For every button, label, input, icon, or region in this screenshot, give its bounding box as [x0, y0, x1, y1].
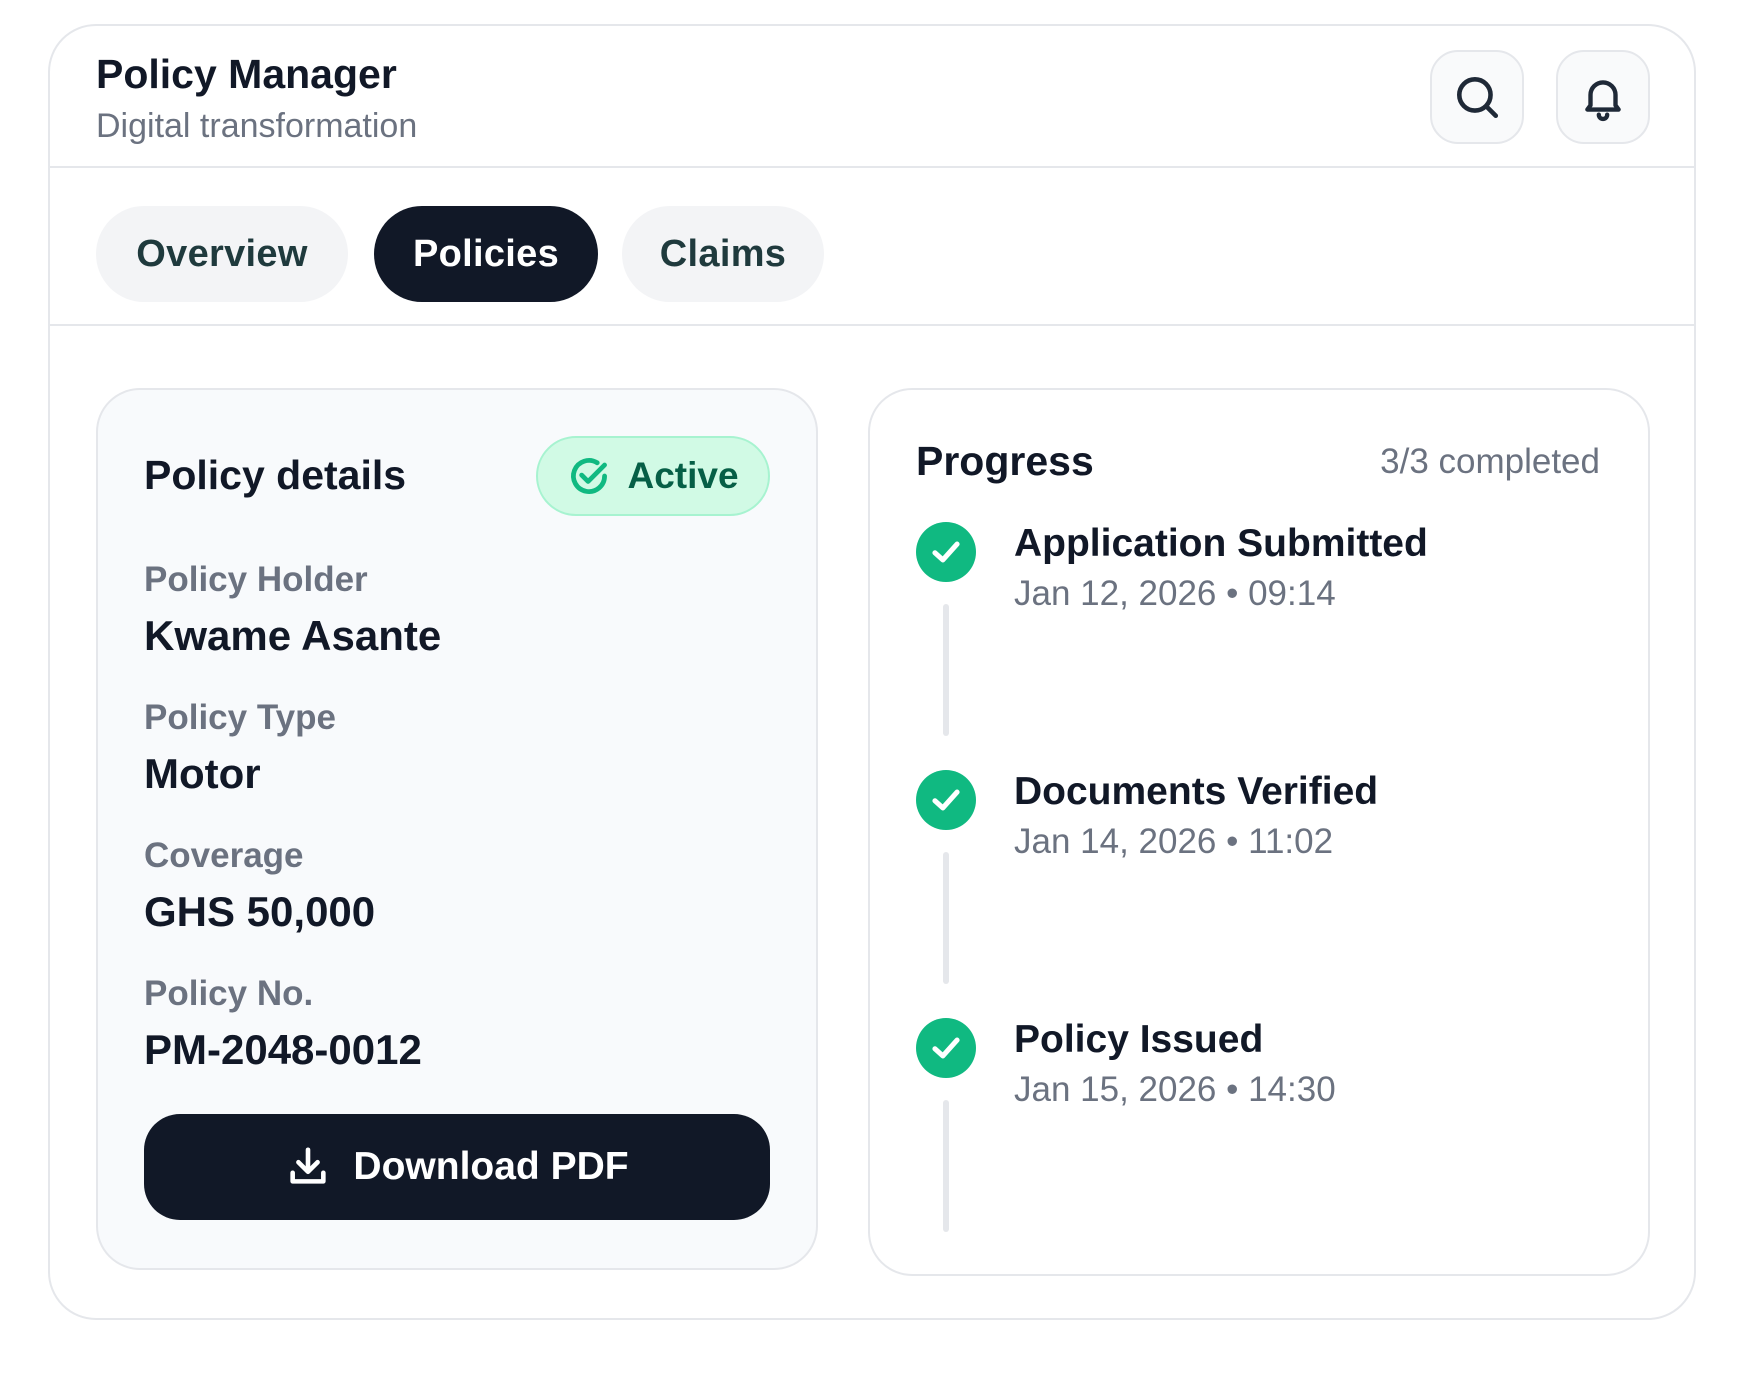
- status-badge: Active: [536, 436, 770, 516]
- policy-type-label: Policy Type: [144, 698, 336, 737]
- step-check: [916, 770, 976, 830]
- progress-count: 3/3 completed: [1380, 442, 1600, 481]
- search-button[interactable]: [1430, 50, 1524, 144]
- step-check: [916, 1018, 976, 1078]
- policy-type-value: Motor: [144, 750, 261, 797]
- progress-step: Application Submitted Jan 12, 2026 • 09:…: [916, 522, 1606, 770]
- step-timestamp: Jan 15, 2026 • 14:30: [1014, 1070, 1336, 1109]
- coverage-value: GHS 50,000: [144, 888, 376, 935]
- tab-bar: Overview Policies Claims: [50, 168, 1694, 326]
- download-pdf-label: Download PDF: [353, 1145, 629, 1188]
- step-connector: [943, 1100, 949, 1232]
- policy-holder-label: Policy Holder: [144, 560, 368, 599]
- tab-claims[interactable]: Claims: [622, 206, 824, 302]
- step-title: Application Submitted: [1014, 522, 1428, 565]
- check-icon: [932, 541, 960, 563]
- policy-number-label: Policy No.: [144, 974, 314, 1013]
- step-connector: [943, 852, 949, 984]
- policy-holder-value: Kwame Asante: [144, 612, 442, 659]
- notifications-button[interactable]: [1556, 50, 1650, 144]
- check-circle-icon: [571, 458, 608, 494]
- policy-details-title: Policy details: [144, 452, 407, 498]
- check-icon: [932, 789, 960, 811]
- policy-number-value: PM-2048-0012: [144, 1026, 422, 1073]
- bell-icon: [1585, 80, 1621, 122]
- policy-details-card: Policy details Active Policy Holder Kwam…: [96, 388, 818, 1270]
- progress-step: Documents Verified Jan 14, 2026 • 11:02: [916, 770, 1606, 1018]
- step-timestamp: Jan 14, 2026 • 11:02: [1014, 822, 1334, 861]
- app-subtitle: Digital transformation: [96, 107, 418, 145]
- step-timestamp: Jan 12, 2026 • 09:14: [1014, 574, 1336, 613]
- step-connector: [943, 604, 949, 736]
- search-icon: [1457, 77, 1499, 119]
- tab-policies[interactable]: Policies: [374, 206, 598, 302]
- step-check: [916, 522, 976, 582]
- status-badge-label: Active: [627, 455, 739, 496]
- coverage-label: Coverage: [144, 836, 304, 875]
- download-pdf-button[interactable]: Download PDF: [144, 1114, 770, 1220]
- policy-manager-app: Policy Manager Digital transformation Ov…: [48, 24, 1696, 1320]
- progress-card: Progress 3/3 completed Application Submi…: [868, 388, 1650, 1276]
- tab-overview[interactable]: Overview: [96, 206, 348, 302]
- step-title: Documents Verified: [1014, 770, 1379, 813]
- progress-title: Progress: [916, 438, 1094, 484]
- step-title: Policy Issued: [1014, 1018, 1264, 1061]
- check-icon: [932, 1037, 960, 1059]
- app-header: Policy Manager Digital transformation: [50, 26, 1694, 168]
- download-icon: [290, 1147, 327, 1184]
- app-title: Policy Manager: [96, 51, 397, 97]
- progress-step: Policy Issued Jan 15, 2026 • 14:30: [916, 1018, 1606, 1266]
